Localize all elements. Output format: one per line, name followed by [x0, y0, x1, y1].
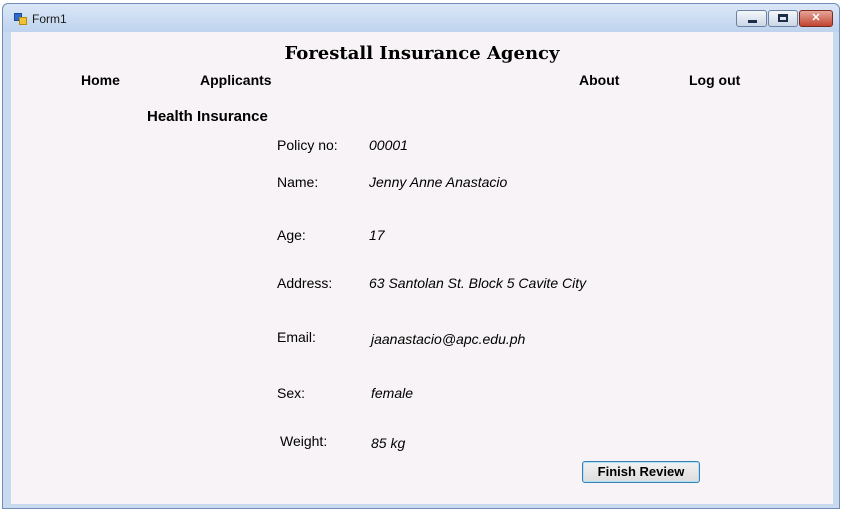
close-icon: ✕	[811, 12, 821, 24]
finish-review-button[interactable]: Finish Review	[582, 461, 700, 483]
email-value: jaanastacio@apc.edu.ph	[371, 331, 526, 347]
sex-value: female	[371, 385, 414, 401]
policy-no-label: Policy no:	[277, 137, 338, 153]
section-title: Health Insurance	[147, 108, 268, 125]
age-label: Age:	[277, 227, 306, 243]
maximize-icon	[778, 14, 788, 22]
title-bar[interactable]: Form1 ✕	[3, 4, 839, 32]
policy-no-value: 00001	[369, 137, 408, 153]
close-button[interactable]: ✕	[799, 10, 833, 27]
address-value: 63 Santolan St. Block 5 Cavite City	[369, 275, 587, 291]
form-client-area: Forestall Insurance Agency Home Applican…	[11, 32, 833, 504]
email-label: Email:	[277, 329, 316, 345]
agency-title: Forestall Insurance Agency	[284, 43, 560, 64]
app-form-icon	[14, 13, 27, 25]
maximize-button[interactable]	[768, 10, 798, 27]
age-value: 17	[369, 227, 385, 243]
menu-home[interactable]: Home	[81, 72, 120, 88]
sex-label: Sex:	[277, 385, 306, 401]
name-label: Name:	[277, 174, 319, 190]
menu-about[interactable]: About	[579, 72, 619, 88]
weight-value: 85 kg	[371, 435, 406, 451]
menu-applicants[interactable]: Applicants	[200, 72, 272, 88]
minimize-icon	[748, 20, 757, 23]
name-value: Jenny Anne Anastacio	[369, 174, 508, 190]
app-window: Form1 ✕ Forestall Insurance Agency Home …	[2, 3, 840, 509]
weight-label: Weight:	[280, 433, 328, 449]
menu-logout[interactable]: Log out	[689, 72, 740, 88]
minimize-button[interactable]	[736, 10, 767, 27]
address-label: Address:	[277, 275, 333, 291]
window-title: Form1	[32, 12, 67, 26]
